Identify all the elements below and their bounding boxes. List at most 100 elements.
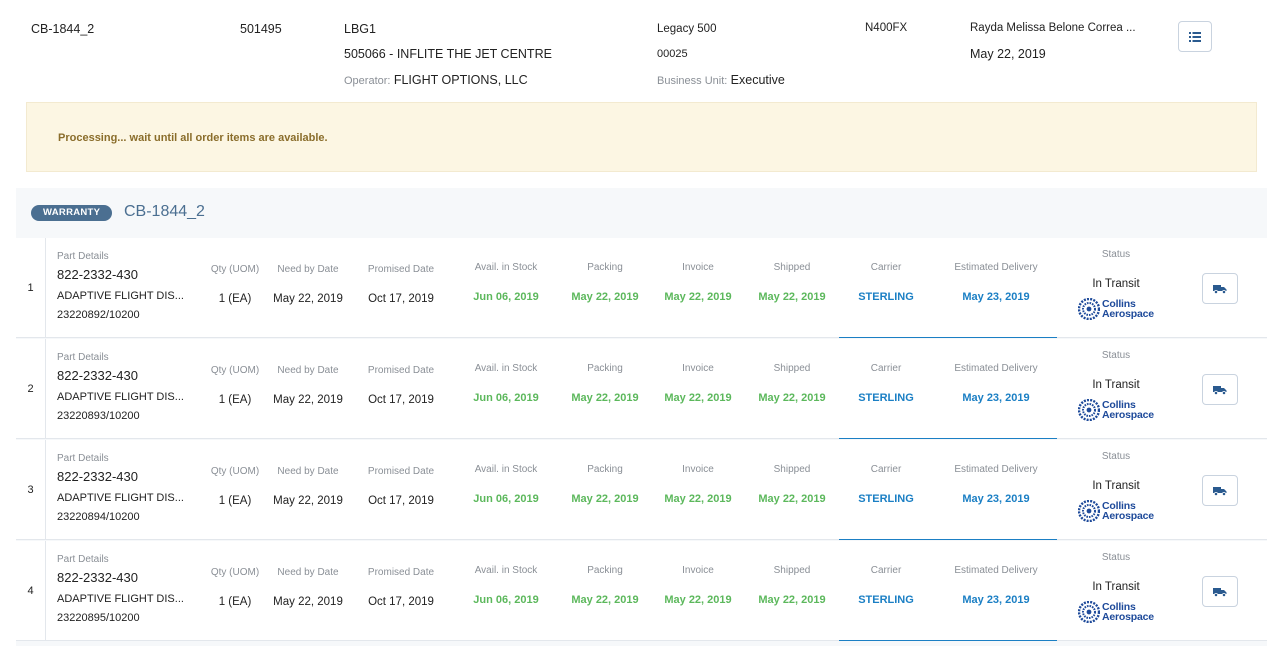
invoice-value: May 22, 2019 xyxy=(664,594,732,606)
carrier-value[interactable]: STERLING xyxy=(841,291,931,303)
section-title: CB-1844_2 xyxy=(124,203,205,220)
carrier-label: Carrier xyxy=(870,464,902,475)
shipped-label: Shipped xyxy=(773,262,811,273)
logo-line-2: Aerospace xyxy=(1102,510,1154,522)
avail-label: Avail. in Stock xyxy=(474,565,538,576)
station-name: 505066 - INFLITE THE JET CENTRE xyxy=(344,47,552,61)
need-by-value: May 22, 2019 xyxy=(273,394,343,406)
carrier-label: Carrier xyxy=(870,363,902,374)
carrier-value[interactable]: STERLING xyxy=(841,493,931,505)
part-number[interactable]: 822-2332-430 xyxy=(57,368,138,383)
collins-logo-icon xyxy=(1078,500,1100,522)
need-by-value: May 22, 2019 xyxy=(273,293,343,305)
part-number[interactable]: 822-2332-430 xyxy=(57,570,138,585)
operator: Operator: FLIGHT OPTIONS, LLC xyxy=(344,73,528,87)
est-delivery-label: Estimated Delivery xyxy=(954,363,1038,374)
part-number[interactable]: 822-2332-430 xyxy=(57,267,138,282)
row-number: 3 xyxy=(16,440,46,540)
carrier-tracking-underline xyxy=(839,438,1057,439)
avail-label: Avail. in Stock xyxy=(474,464,538,475)
logo-line-2: Aerospace xyxy=(1102,409,1154,421)
qty-label: Qty (UOM) xyxy=(210,264,260,275)
packing-value: May 22, 2019 xyxy=(571,493,639,505)
packing-label: Packing xyxy=(587,464,623,475)
avail-value: Jun 06, 2019 xyxy=(473,392,539,404)
status-value: In Transit xyxy=(1092,581,1140,593)
status-value: In Transit xyxy=(1092,278,1140,290)
carrier-tracking-underline xyxy=(839,640,1057,641)
avail-value: Jun 06, 2019 xyxy=(473,594,539,606)
need-by-value: May 22, 2019 xyxy=(273,596,343,608)
carrier-value[interactable]: STERLING xyxy=(841,392,931,404)
shipped-label: Shipped xyxy=(773,363,811,374)
need-by-label: Need by Date xyxy=(277,466,339,477)
invoice-label: Invoice xyxy=(682,565,714,576)
carrier-label: Carrier xyxy=(870,565,902,576)
collins-logo-icon xyxy=(1078,298,1100,320)
part-details-label: Part Details xyxy=(57,554,109,565)
qty-label: Qty (UOM) xyxy=(210,466,260,477)
est-delivery-label: Estimated Delivery xyxy=(954,464,1038,475)
carrier-value[interactable]: STERLING xyxy=(841,594,931,606)
shipment-tracking-button[interactable] xyxy=(1202,273,1238,304)
qty-label: Qty (UOM) xyxy=(210,567,260,578)
logo-line-2: Aerospace xyxy=(1102,308,1154,320)
list-item: 3 Part Details 822-2332-430 ADAPTIVE FLI… xyxy=(16,440,1267,540)
est-delivery-label: Estimated Delivery xyxy=(954,262,1038,273)
part-details-label: Part Details xyxy=(57,251,109,262)
aircraft-serial: 00025 xyxy=(657,48,688,60)
packing-value: May 22, 2019 xyxy=(571,291,639,303)
promised-label: Promised Date xyxy=(367,567,435,578)
need-by-label: Need by Date xyxy=(277,264,339,275)
business-unit-value: Executive xyxy=(730,73,785,87)
aircraft-model: Legacy 500 xyxy=(657,23,717,35)
invoice-label: Invoice xyxy=(682,363,714,374)
collins-aerospace-logo: Collins Aerospace xyxy=(1078,601,1154,623)
shipment-tracking-button[interactable] xyxy=(1202,374,1238,405)
shipment-tracking-button[interactable] xyxy=(1202,475,1238,506)
part-description: ADAPTIVE FLIGHT DIS... xyxy=(57,593,184,605)
part-po-number: 23220893/10200 xyxy=(57,410,140,422)
business-unit-label: Business Unit: xyxy=(657,75,728,87)
packing-label: Packing xyxy=(587,262,623,273)
need-by-label: Need by Date xyxy=(277,567,339,578)
warranty-badge: WARRANTY xyxy=(31,205,113,221)
invoice-value: May 22, 2019 xyxy=(664,291,732,303)
truck-icon xyxy=(1213,386,1227,395)
est-delivery-label: Estimated Delivery xyxy=(954,565,1038,576)
carrier-label: Carrier xyxy=(870,262,902,273)
processing-alert: Processing... wait until all order items… xyxy=(26,102,1257,172)
est-delivery-value: May 23, 2019 xyxy=(962,291,1030,303)
list-item: 2 Part Details 822-2332-430 ADAPTIVE FLI… xyxy=(16,339,1267,439)
promised-label: Promised Date xyxy=(367,264,435,275)
shipped-value: May 22, 2019 xyxy=(758,392,826,404)
station-code: LBG1 xyxy=(344,22,376,36)
part-po-number: 23220895/10200 xyxy=(57,612,140,624)
invoice-value: May 22, 2019 xyxy=(664,493,732,505)
est-delivery-value: May 23, 2019 xyxy=(962,493,1030,505)
part-number[interactable]: 822-2332-430 xyxy=(57,469,138,484)
shipment-tracking-button[interactable] xyxy=(1202,576,1238,607)
part-po-number: 23220894/10200 xyxy=(57,511,140,523)
order-header: CB-1844_2 501495 LBG1 505066 - INFLITE T… xyxy=(0,0,1286,100)
part-description: ADAPTIVE FLIGHT DIS... xyxy=(57,492,184,504)
alert-message: Processing... wait until all order items… xyxy=(58,132,328,144)
avail-label: Avail. in Stock xyxy=(474,262,538,273)
list-view-button[interactable] xyxy=(1178,21,1212,52)
promised-value: Oct 17, 2019 xyxy=(368,596,434,608)
row-number: 4 xyxy=(16,541,46,641)
status-label: Status xyxy=(1101,350,1131,361)
truck-icon xyxy=(1213,588,1227,597)
part-description: ADAPTIVE FLIGHT DIS... xyxy=(57,391,184,403)
operator-label: Operator: xyxy=(344,75,391,87)
carrier-tracking-underline xyxy=(839,539,1057,540)
packing-label: Packing xyxy=(587,565,623,576)
avail-value: Jun 06, 2019 xyxy=(473,493,539,505)
part-po-number: 23220892/10200 xyxy=(57,309,140,321)
list-icon xyxy=(1189,31,1201,42)
packing-label: Packing xyxy=(587,363,623,374)
tail-number: N400FX xyxy=(865,22,908,34)
shipped-value: May 22, 2019 xyxy=(758,493,826,505)
promised-label: Promised Date xyxy=(367,466,435,477)
qty-value: 1 (EA) xyxy=(218,495,252,507)
